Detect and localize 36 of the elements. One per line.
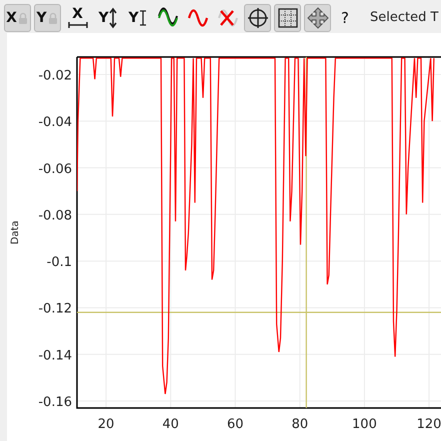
grid-button[interactable]: [274, 4, 301, 32]
y-range-button[interactable]: Y: [94, 4, 121, 32]
wave-icon: [188, 8, 208, 28]
y-axis-label: Data: [10, 220, 21, 244]
y-tick-label: -0.16: [38, 395, 72, 410]
ibeam-icon: [138, 10, 147, 26]
lock-icon: [46, 12, 59, 24]
vertical-arrow-icon: [108, 9, 117, 27]
axis-lock-button[interactable]: Y: [34, 4, 61, 32]
grid-icon: [278, 8, 298, 28]
x-tick-label: 40: [162, 417, 179, 432]
wave-icon: [158, 8, 178, 28]
x-tick-label: 120: [416, 417, 441, 432]
y-tick-label: -0.14: [38, 348, 72, 364]
lock-icon: [16, 12, 29, 24]
crosshair-button[interactable]: [244, 4, 271, 32]
y-tick-label: -0.08: [38, 208, 72, 224]
x-tick-label: 100: [352, 417, 377, 432]
x-range-button[interactable]: X: [64, 4, 91, 32]
x-tick-label: 60: [226, 417, 244, 432]
y-tick-label: -0.04: [38, 115, 72, 130]
crosshair-icon: [248, 8, 268, 28]
help-button[interactable]: ?: [334, 4, 356, 32]
status-text: Selected T: [370, 9, 438, 28]
pan-button[interactable]: [304, 4, 331, 32]
y-tick-label: -0.1: [46, 255, 72, 270]
y-cursor-button[interactable]: Y: [124, 4, 151, 32]
y-tick-label: -0.12: [38, 302, 72, 317]
move-icon: [308, 8, 328, 28]
x-tick-label: 80: [292, 417, 308, 432]
horizontal-arrow-icon: [68, 21, 88, 29]
y-tick-label: -0.06: [38, 162, 72, 177]
delete-icon: [218, 8, 238, 28]
axis-lock-button[interactable]: X: [4, 4, 31, 32]
y-tick-label: -0.02: [38, 68, 72, 84]
x-tick-label: 20: [98, 417, 114, 432]
